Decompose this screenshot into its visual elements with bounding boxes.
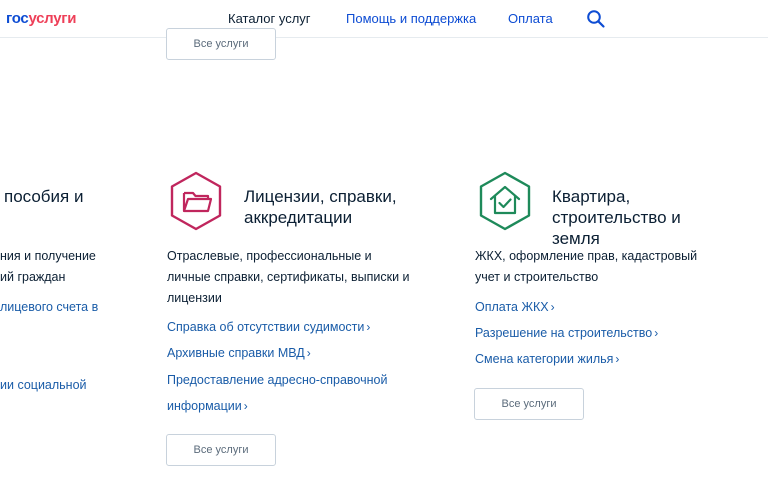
link-pay-housing[interactable]: Оплата ЖКХ › (475, 300, 555, 314)
link-address-info-cont[interactable]: информации › (167, 399, 248, 413)
category-title-line: Квартира, (552, 187, 631, 206)
link-label: Справка об отсутствии судимости (167, 320, 365, 334)
link-address-info[interactable]: Предоставление адресно-справочной (167, 373, 387, 387)
logo-part-uslugi: услуги (28, 10, 77, 27)
all-services-button-top[interactable]: Все услуги (166, 28, 276, 60)
category-desc-line: учет и строительство (475, 270, 599, 284)
chevron-right-icon: › (366, 320, 371, 334)
category-desc-line: лицензии (167, 291, 222, 305)
category-title-housing[interactable]: Квартира, строительство и земля (552, 186, 681, 249)
chevron-right-icon: › (550, 300, 555, 314)
category-title-line: строительство и (552, 208, 681, 227)
link-criminal-record-certificate[interactable]: Справка об отсутствии судимости › (167, 320, 370, 334)
category-desc-line: личные справки, сертификаты, выписки и (167, 270, 410, 284)
chevron-right-icon: › (306, 346, 311, 360)
service-link[interactable]: ии социальной (0, 378, 87, 392)
search-icon[interactable] (586, 9, 606, 29)
category-desc-line: ий граждан (0, 270, 66, 284)
category-desc-line: Отраслевые, профессиональные и (167, 249, 372, 263)
header: госуслуги Каталог услуг Помощь и поддерж… (0, 0, 768, 38)
logo-part-gos: гос (6, 10, 29, 27)
gosuslugi-logo[interactable]: госуслуги (6, 10, 76, 27)
link-label: Смена категории жилья (475, 352, 614, 366)
nav-help[interactable]: Помощь и поддержка (346, 11, 476, 26)
chevron-right-icon: › (615, 352, 620, 366)
link-label: Оплата ЖКХ (475, 300, 549, 314)
category-title-benefits[interactable]: пособия и (4, 186, 83, 207)
link-archive-mvd[interactable]: Архивные справки МВД › (167, 346, 311, 360)
link-label: Разрешение на строительство (475, 326, 653, 340)
service-link[interactable]: лицевого счета в (0, 300, 98, 314)
nav-payment[interactable]: Оплата (508, 11, 553, 26)
house-check-icon (479, 171, 531, 231)
link-building-permit[interactable]: Разрешение на строительство › (475, 326, 658, 340)
category-title-licenses[interactable]: Лицензии, справки, аккредитации (244, 186, 397, 228)
chevron-right-icon: › (654, 326, 659, 340)
link-label: информации (167, 399, 242, 413)
chevron-right-icon: › (243, 399, 248, 413)
folder-icon (170, 171, 222, 231)
link-change-housing-category[interactable]: Смена категории жилья › (475, 352, 619, 366)
all-services-button-housing[interactable]: Все услуги (474, 388, 584, 420)
category-desc-line: ЖКХ, оформление прав, кадастровый (475, 249, 698, 263)
all-services-button-licenses[interactable]: Все услуги (166, 434, 276, 466)
category-title-line: Лицензии, справки, (244, 187, 397, 206)
category-title-line: аккредитации (244, 208, 353, 227)
nav-catalog[interactable]: Каталог услуг (228, 11, 311, 26)
category-desc-line: ния и получение (0, 249, 96, 263)
link-label: Архивные справки МВД (167, 346, 305, 360)
